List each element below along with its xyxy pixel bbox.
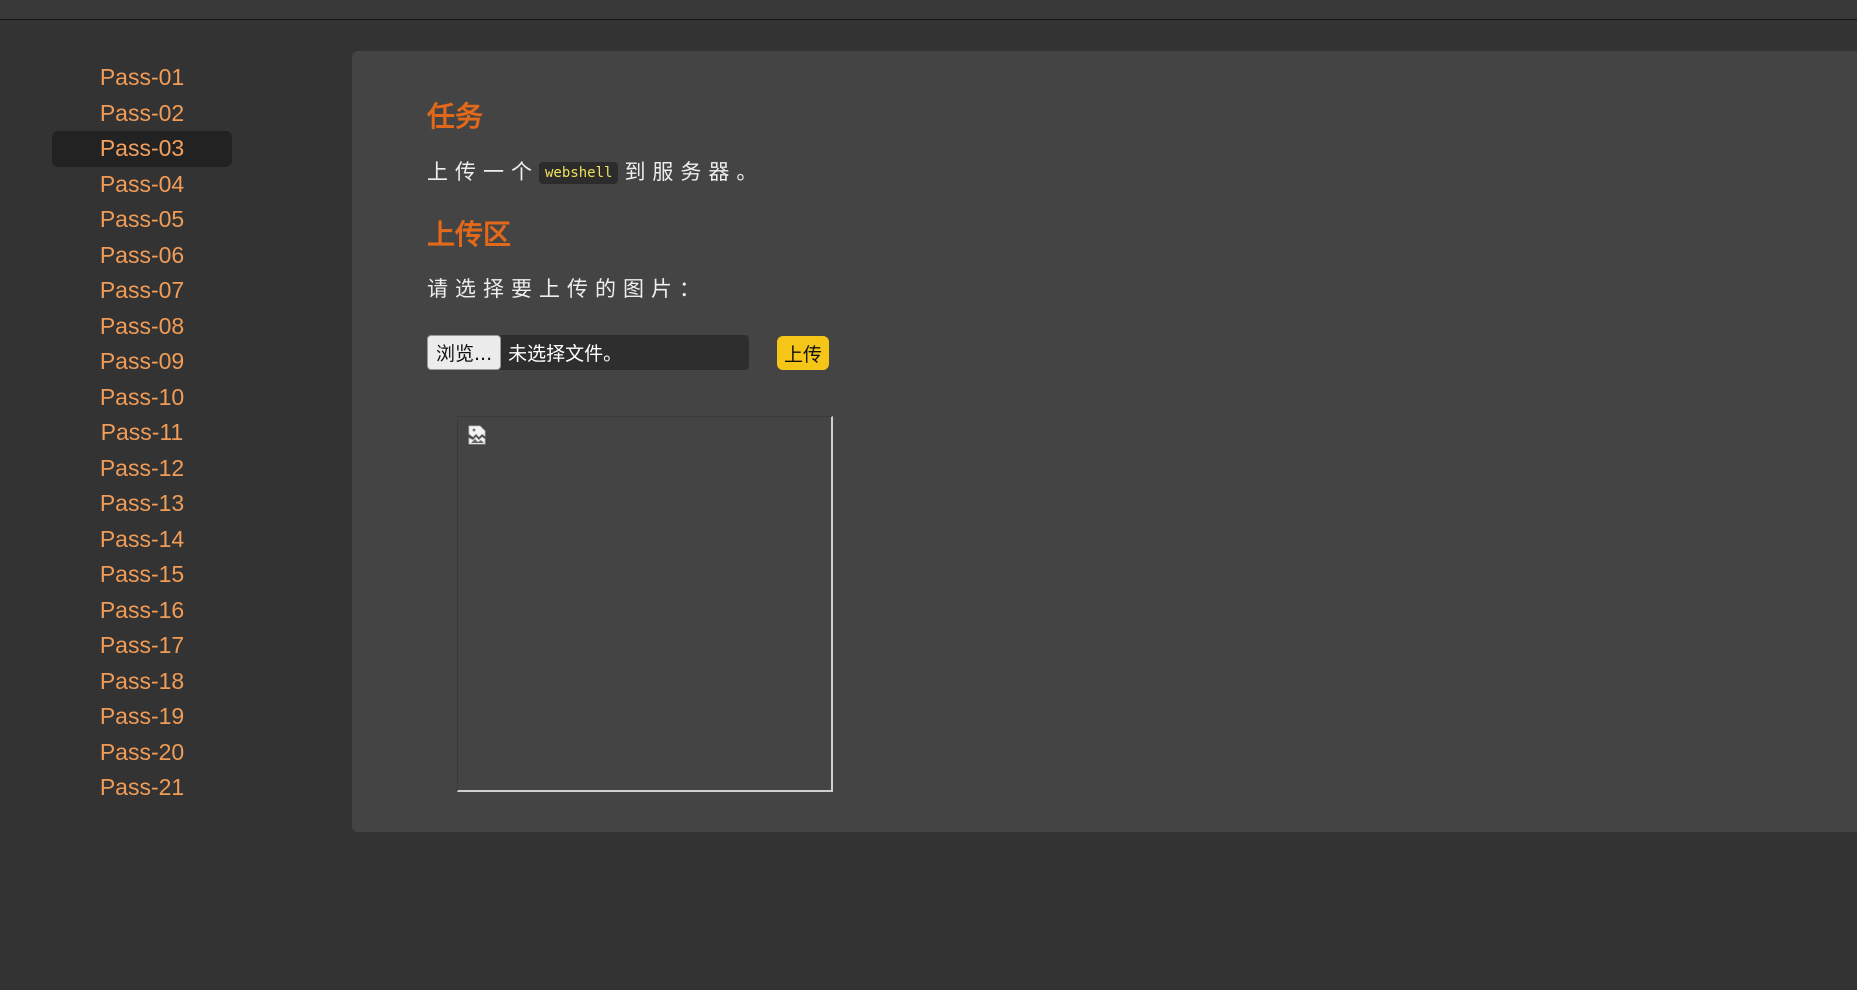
sidebar-item-pass-04[interactable]: Pass-04 (52, 167, 232, 203)
task-text-before: 上传一个 (427, 160, 539, 184)
sidebar-item-pass-07[interactable]: Pass-07 (52, 273, 232, 309)
sidebar-item-pass-11[interactable]: Pass-11 (52, 415, 232, 451)
sidebar-item-pass-17[interactable]: Pass-17 (52, 628, 232, 664)
sidebar-item-pass-21[interactable]: Pass-21 (52, 770, 232, 806)
browse-button[interactable]: 浏览... (427, 335, 502, 370)
image-preview (457, 416, 833, 792)
sidebar-item-pass-03[interactable]: Pass-03 (52, 131, 232, 167)
task-heading: 任务 (427, 100, 484, 133)
sidebar-item-pass-19[interactable]: Pass-19 (52, 699, 232, 735)
sidebar-item-pass-18[interactable]: Pass-18 (52, 664, 232, 700)
sidebar-item-pass-13[interactable]: Pass-13 (52, 486, 232, 522)
sidebar-item-pass-09[interactable]: Pass-09 (52, 344, 232, 380)
sidebar-item-pass-01[interactable]: Pass-01 (52, 60, 232, 96)
sidebar-item-pass-16[interactable]: Pass-16 (52, 593, 232, 629)
broken-image-icon (468, 425, 486, 445)
upload-prompt: 请选择要上传的图片： (427, 277, 707, 301)
sidebar-item-pass-06[interactable]: Pass-06 (52, 238, 232, 274)
upload-heading: 上传区 (427, 218, 512, 251)
top-bar (0, 0, 1857, 20)
sidebar-item-pass-08[interactable]: Pass-08 (52, 309, 232, 345)
sidebar-item-pass-20[interactable]: Pass-20 (52, 735, 232, 771)
sidebar-item-pass-10[interactable]: Pass-10 (52, 380, 232, 416)
sidebar-item-pass-12[interactable]: Pass-12 (52, 451, 232, 487)
upload-submit-button[interactable]: 上传 (777, 336, 829, 370)
sidebar-item-pass-05[interactable]: Pass-05 (52, 202, 232, 238)
sidebar-item-pass-15[interactable]: Pass-15 (52, 557, 232, 593)
sidebar-nav: Pass-01 Pass-02 Pass-03 Pass-04 Pass-05 … (52, 60, 232, 806)
file-input[interactable]: 浏览... 未选择文件。 (427, 335, 749, 370)
file-status-text: 未选择文件。 (508, 343, 623, 365)
sidebar-item-pass-02[interactable]: Pass-02 (52, 96, 232, 132)
task-text-after: 到服务器。 (624, 160, 765, 184)
main-panel: 任务 上传一个 webshell 到服务器。 上传区 请选择要上传的图片： 浏览..… (352, 51, 1857, 832)
task-description: 上传一个 webshell 到服务器。 (427, 156, 764, 186)
sidebar-item-pass-14[interactable]: Pass-14 (52, 522, 232, 558)
webshell-code: webshell (539, 162, 619, 184)
